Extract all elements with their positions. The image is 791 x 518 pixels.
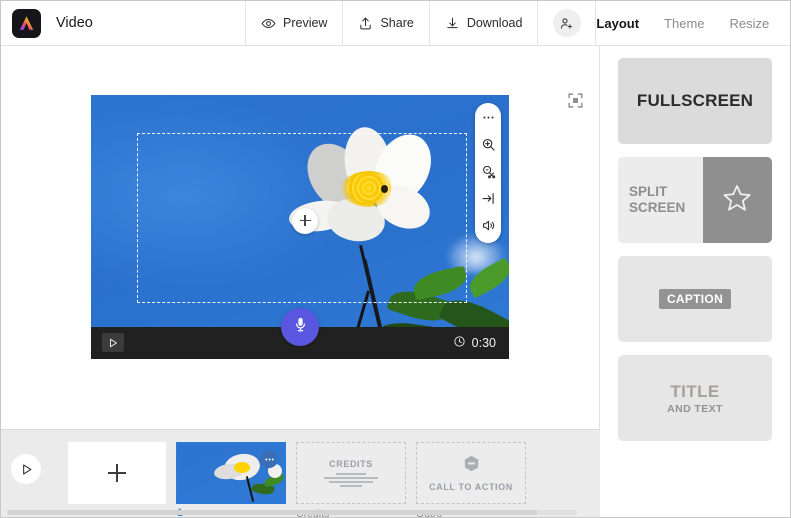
header-nav: Layout Theme Resize Music [596,1,791,45]
duration-label: 0:30 [471,335,496,350]
outro-placeholder-box[interactable]: CALL TO ACTION [416,442,526,504]
video-play-button[interactable] [102,333,124,352]
plus-icon [108,464,126,482]
trim-scissors-icon[interactable] [479,163,497,181]
layout-card-caption[interactable]: CAPTION [618,256,772,342]
app-body: 0:30 CREDITS CALL TO ACTION FULLSCREEN S… [1,46,790,518]
nav-tab-layout[interactable]: Layout [596,16,639,31]
voice-over-button[interactable] [281,307,319,346]
timeline-scrollbar-thumb[interactable] [7,510,537,515]
timeline-items: 1 CREDITS Credits [68,442,526,518]
video-frame: 0:30 [91,94,509,359]
add-scene-button[interactable] [68,442,166,504]
timeline-placeholder-outro[interactable]: CALL TO ACTION Outro [416,442,526,518]
download-label: Download [466,16,523,30]
timeline-scrollbar[interactable] [7,510,577,515]
timeline-clip-1[interactable]: 1 [176,442,286,518]
badge-hexagon-icon [462,454,481,478]
eye-icon [261,16,276,31]
video-editor-app: Video Preview Share Download Layout Them… [0,0,791,518]
nav-tab-theme[interactable]: Theme [664,16,704,31]
preview-label: Preview [283,16,328,30]
clip-thumbnail[interactable] [176,442,286,504]
caption-chip-label: CAPTION [658,289,732,309]
clip-menu-icon[interactable] [260,450,278,468]
video-tools-toolbar [475,102,501,243]
share-label: Share [380,16,414,30]
flower-graphic [287,123,442,258]
video-duration: 0:30 [453,335,496,351]
header-left: Video [1,1,246,45]
download-button[interactable]: Download [429,1,539,45]
title-label-line2: AND TEXT [667,402,723,415]
timeline-strip: 1 CREDITS Credits [1,429,600,518]
timeline-play-button[interactable] [11,454,41,484]
credits-placeholder-box[interactable]: CREDITS [296,442,406,504]
layout-fullscreen-label: FULLSCREEN [636,91,754,110]
cta-inner-label: CALL TO ACTION [429,482,513,492]
share-button[interactable]: Share [343,1,430,45]
split-screen-label: SPLIT SCREEN [618,157,703,243]
timeline-placeholder-credits[interactable]: CREDITS Credits [296,442,406,518]
canvas-stage: 0:30 [1,46,600,429]
stage-column: 0:30 CREDITS CALL TO ACTION [1,46,600,518]
title-label-line1: TITLE [670,381,720,401]
document-title: Video [56,15,93,31]
add-element-handle[interactable] [292,207,318,234]
layout-card-fullscreen[interactable]: FULLSCREEN [618,58,772,144]
credits-inner-label: CREDITS [329,459,373,469]
header-actions: Preview Share Download [246,1,597,45]
layout-panel: FULLSCREEN SPLIT SCREEN CAPTION TITLE AN… [600,46,790,517]
volume-icon[interactable] [479,217,497,235]
star-icon [721,182,753,219]
more-options-icon[interactable] [479,109,497,127]
replace-arrow-icon[interactable] [479,190,497,208]
clock-icon [453,335,466,351]
microphone-icon [292,316,309,338]
nav-tab-resize[interactable]: Resize [730,16,770,31]
layout-card-title-and-text[interactable]: TITLE AND TEXT [618,355,772,441]
adobe-express-logo-icon[interactable] [12,8,41,38]
split-screen-preview [702,157,772,243]
share-upload-icon [358,16,373,31]
credit-lines-icon [324,473,378,487]
preview-button[interactable]: Preview [246,1,344,45]
zoom-in-icon[interactable] [479,136,497,154]
split-screen-label-line1: SPLIT [629,184,668,200]
video-canvas[interactable]: 0:30 [91,94,509,359]
split-screen-label-line2: SCREEN [629,200,686,215]
fullscreen-expand-icon[interactable] [565,90,585,110]
layout-card-split-screen[interactable]: SPLIT SCREEN [618,157,772,243]
download-icon [445,16,460,31]
add-person-icon[interactable] [552,9,581,37]
app-header: Video Preview Share Download Layout Them… [1,1,790,46]
invite-collaborator-wrap [538,1,597,45]
